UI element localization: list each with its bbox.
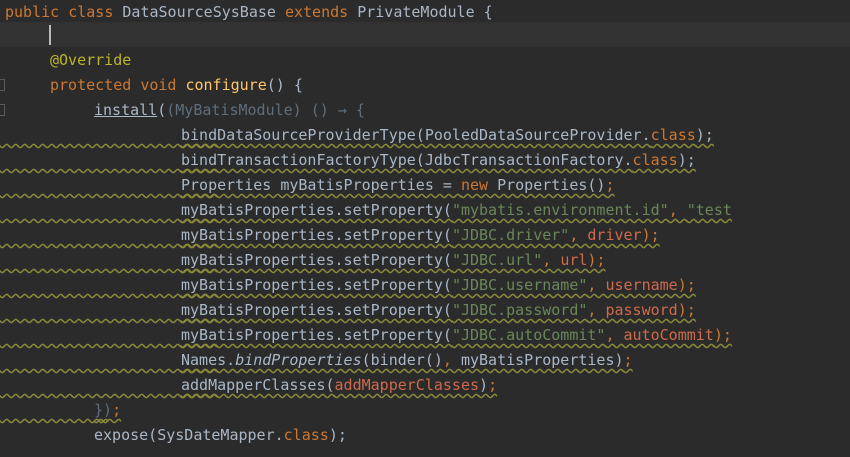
lambda-indent: [0, 298, 181, 323]
code-text: bindTransactionFactoryType(JdbcTransacti…: [181, 151, 696, 169]
code-line[interactable]: myBatisProperties.setProperty("JDBC.auto…: [0, 323, 850, 348]
lambda-indent: [0, 248, 181, 273]
code-line[interactable]: });: [0, 398, 850, 423]
code-line[interactable]: bindTransactionFactoryType(JdbcTransacti…: [0, 148, 850, 173]
code-text: });: [94, 401, 122, 419]
code-text: myBatisProperties.setProperty("mybatis.e…: [181, 201, 732, 219]
code-text: bindDataSourceProviderType(PooledDataSou…: [181, 126, 714, 144]
code-line[interactable]: @Override: [0, 48, 850, 73]
fold-marker-icon[interactable]: [0, 79, 5, 91]
lambda-indent: [0, 173, 181, 198]
lambda-indent: [0, 123, 181, 148]
code-line[interactable]: install((MyBatisModule) () → {: [0, 98, 850, 123]
lambda-indent: [0, 373, 181, 398]
code-line[interactable]: myBatisProperties.setProperty("JDBC.driv…: [0, 223, 850, 248]
current-line[interactable]: [0, 22, 850, 47]
fold-marker-icon[interactable]: [0, 104, 5, 116]
code-line[interactable]: myBatisProperties.setProperty("mybatis.e…: [0, 198, 850, 223]
lambda-indent: [0, 148, 181, 173]
code-text: @Override: [50, 51, 132, 69]
code-text: addMapperClasses(addMapperClasses);: [181, 376, 498, 394]
code-line[interactable]: Names.bindProperties(binder(), myBatisPr…: [0, 348, 850, 373]
lambda-indent: [0, 273, 181, 298]
code-line[interactable]: myBatisProperties.setProperty("JDBC.user…: [0, 273, 850, 298]
code-editor[interactable]: public class DataSourceSysBase extends P…: [0, 0, 850, 457]
lambda-indent: [0, 398, 94, 423]
lambda-indent: [0, 348, 181, 373]
code-text: expose(SysDateMapper.class);: [94, 426, 347, 444]
code-line[interactable]: addMapperClasses(addMapperClasses);: [0, 373, 850, 398]
code-line[interactable]: Properties myBatisProperties = new Prope…: [0, 173, 850, 198]
code-text: myBatisProperties.setProperty("JDBC.auto…: [181, 326, 732, 344]
lambda-indent: [0, 198, 181, 223]
lambda-indent: [0, 223, 181, 248]
lambda-indent: [0, 323, 181, 348]
code-text: myBatisProperties.setProperty("JDBC.url"…: [181, 251, 606, 269]
code-text: protected void configure() {: [50, 76, 303, 94]
code-text: Properties myBatisProperties = new Prope…: [181, 176, 615, 194]
code-line[interactable]: myBatisProperties.setProperty("JDBC.pass…: [0, 298, 850, 323]
code-line[interactable]: expose(SysDateMapper.class);: [0, 423, 850, 448]
code-text: myBatisProperties.setProperty("JDBC.user…: [181, 276, 696, 294]
code-text: myBatisProperties.setProperty("JDBC.pass…: [181, 301, 696, 319]
text-caret: [49, 25, 51, 45]
code-text: myBatisProperties.setProperty("JDBC.driv…: [181, 226, 660, 244]
code-text: Names.bindProperties(binder(), myBatisPr…: [181, 351, 633, 369]
code-line[interactable]: protected void configure() {: [0, 73, 850, 98]
code-line[interactable]: myBatisProperties.setProperty("JDBC.url"…: [0, 248, 850, 273]
code-line[interactable]: bindDataSourceProviderType(PooledDataSou…: [0, 123, 850, 148]
code-text: install((MyBatisModule) () → {: [94, 101, 365, 119]
